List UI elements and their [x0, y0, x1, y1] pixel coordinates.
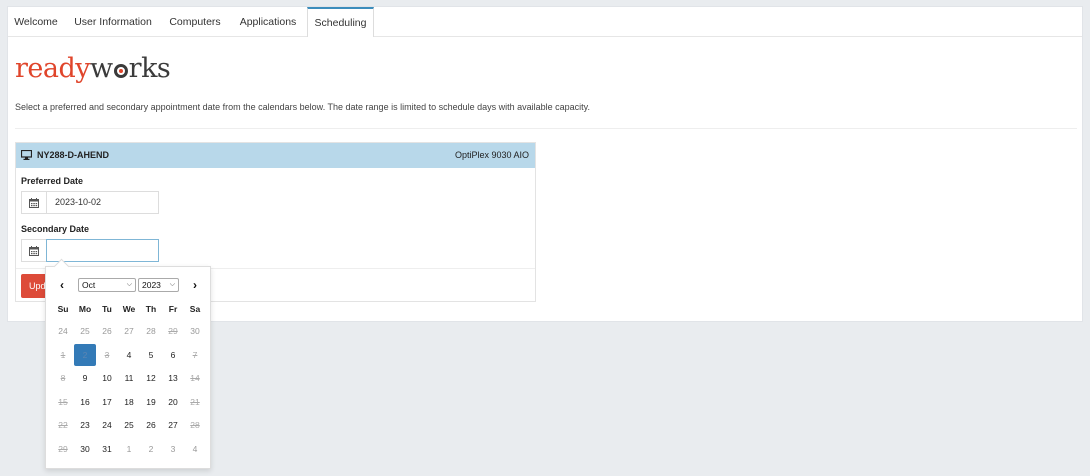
secondary-date-group	[21, 239, 159, 262]
calendar-day[interactable]: 24	[96, 414, 118, 436]
calendar-day: 3	[104, 349, 110, 360]
preferred-date-group: 2023-10-02	[21, 191, 159, 214]
calendar-day[interactable]: 6	[162, 344, 184, 366]
calendar-day[interactable]: 27	[118, 320, 140, 342]
month-select[interactable]: Oct ⌵	[78, 278, 136, 292]
calendar-day: 22	[58, 420, 68, 430]
calendar-icon	[29, 246, 39, 256]
weekday-header: Mo	[78, 304, 92, 314]
calendar-day[interactable]: 2	[140, 438, 162, 460]
calendar-day[interactable]: 17	[96, 391, 118, 413]
tab-applications[interactable]: Applications	[232, 7, 304, 36]
calendar-day[interactable]: 4	[118, 344, 140, 366]
prev-month-icon[interactable]: ‹	[55, 278, 69, 292]
calendar-day[interactable]: 28	[140, 320, 162, 342]
calendar-day[interactable]: 9	[74, 367, 96, 389]
calendar-day: 29	[168, 326, 178, 336]
calendar-day[interactable]: 30	[184, 320, 206, 342]
calendar-day: 15	[58, 396, 68, 407]
calendar-day[interactable]: 20	[162, 391, 184, 413]
calendar-day[interactable]: 19	[140, 391, 162, 413]
logo-text-w: w	[90, 53, 113, 84]
calendar-day: 7	[192, 349, 198, 360]
tab-welcome[interactable]: Welcome	[8, 7, 64, 36]
intro-text: Select a preferred and secondary appoint…	[15, 102, 591, 112]
calendar-day[interactable]: 26	[140, 414, 162, 436]
calendar-day[interactable]: 12	[140, 367, 162, 389]
secondary-calendar-addon[interactable]	[21, 239, 47, 262]
calendar-day[interactable]: 27	[162, 414, 184, 436]
device-header: NY288-D-AHEND OptiPlex 9030 AIO	[16, 143, 535, 168]
calendar-day[interactable]: 25	[118, 414, 140, 436]
logo-text-ready: ready	[15, 53, 91, 84]
weekday-header: Tu	[102, 304, 112, 314]
year-value: 2023	[142, 280, 161, 290]
tab-bar: Welcome User Information Computers Appli…	[8, 7, 1082, 37]
monitor-icon	[21, 150, 32, 160]
calendar-day[interactable]: 3	[162, 438, 184, 460]
calendar-day[interactable]: 10	[96, 367, 118, 389]
calendar-day: 14	[190, 373, 200, 383]
secondary-date-input[interactable]	[46, 239, 159, 262]
chevron-down-icon: ⌵	[169, 281, 175, 288]
next-month-icon[interactable]: ›	[188, 278, 202, 292]
secondary-date-label: Secondary Date	[21, 224, 90, 234]
preferred-calendar-addon[interactable]	[21, 191, 47, 214]
preferred-date-input[interactable]: 2023-10-02	[46, 191, 159, 214]
device-name: NY288-D-AHEND	[37, 150, 110, 160]
datepicker-popup: ‹ Oct ⌵ 2023 ⌵ › Su Mo Tu We Th Fr Sa 24 25 26 27 28 2…	[45, 266, 211, 469]
calendar-day[interactable]: 11	[118, 367, 140, 389]
calendar-day: 28	[190, 420, 200, 430]
calendar-day[interactable]: 5	[140, 344, 162, 366]
year-select[interactable]: 2023 ⌵	[138, 278, 179, 292]
tab-scheduling[interactable]: Scheduling	[307, 7, 374, 37]
month-value: Oct	[82, 280, 96, 290]
calendar-day: 1	[60, 349, 66, 360]
chevron-down-icon: ⌵	[126, 281, 132, 288]
tab-user-information[interactable]: User Information	[68, 7, 158, 36]
weekday-header: Sa	[189, 304, 201, 314]
calendar-day[interactable]: 18	[118, 391, 140, 413]
calendar-day[interactable]: 16	[74, 391, 96, 413]
calendar-icon	[29, 198, 39, 208]
weekday-header: Su	[57, 304, 69, 314]
calendar-day: 29	[58, 443, 68, 454]
weekday-header: We	[122, 304, 136, 314]
calendar-day[interactable]: 26	[96, 320, 118, 342]
calendar-day[interactable]: 4	[184, 438, 206, 460]
calendar-day[interactable]: 24	[52, 320, 74, 342]
divider	[15, 128, 1077, 129]
calendar-day[interactable]: 23	[74, 414, 96, 436]
logo-text-rks: rks	[128, 53, 171, 84]
readyworks-logo: readyw rks	[15, 53, 171, 85]
logo-target-icon	[113, 64, 128, 78]
calendar-day: 8	[60, 373, 66, 383]
calendar-day[interactable]: 13	[162, 367, 184, 389]
weekday-header: Th	[145, 304, 157, 314]
calendar-day: 21	[190, 396, 200, 407]
preferred-date-label: Preferred Date	[21, 176, 84, 186]
calendar-day[interactable]: 25	[74, 320, 96, 342]
weekday-header: Fr	[168, 304, 178, 314]
calendar-day-selected[interactable]: 2	[74, 343, 96, 366]
device-model: OptiPlex 9030 AIO	[454, 150, 529, 160]
calendar-day[interactable]: 1	[118, 438, 140, 460]
calendar-day[interactable]: 31	[96, 438, 118, 460]
tab-computers[interactable]: Computers	[162, 7, 228, 36]
calendar-day[interactable]: 30	[74, 438, 96, 460]
